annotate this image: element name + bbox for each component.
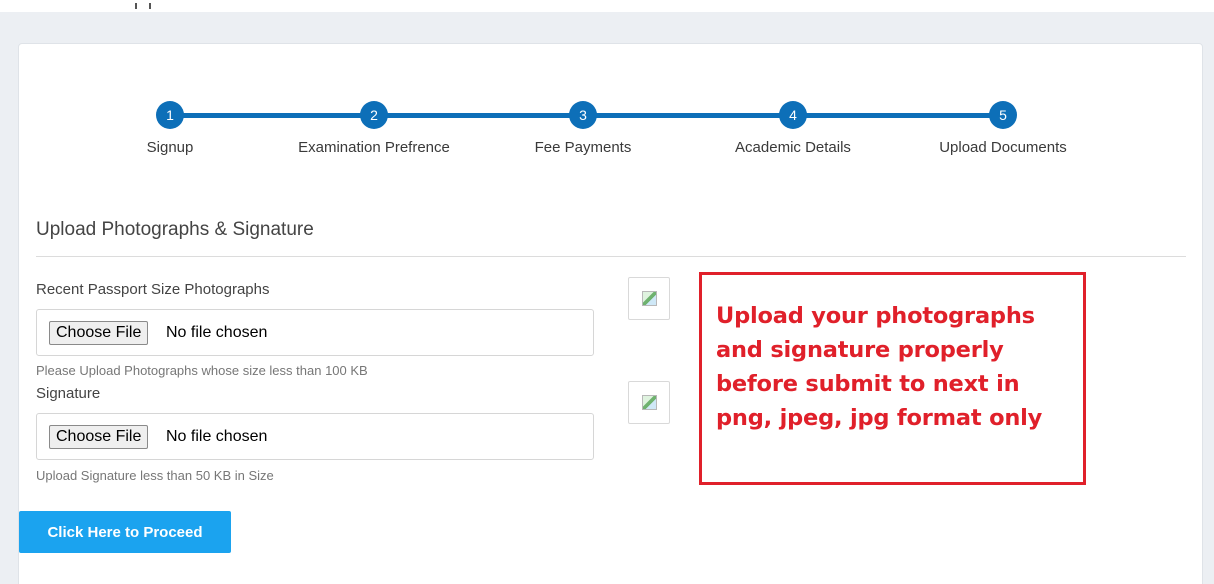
step-number: 2	[360, 101, 388, 129]
broken-image-icon	[642, 291, 657, 306]
step-examination-preference[interactable]: 2 Examination Prefrence	[274, 101, 474, 156]
step-number: 4	[779, 101, 807, 129]
notice-line: and signature properly	[716, 337, 1004, 363]
step-label: Examination Prefrence	[298, 139, 450, 156]
step-number: 1	[156, 101, 184, 129]
notice-line: Upload your photographs	[716, 303, 1035, 329]
signature-choose-file-button[interactable]: Choose File	[49, 425, 149, 449]
step-label: Upload Documents	[939, 139, 1067, 156]
step-upload-documents[interactable]: 5 Upload Documents	[903, 101, 1103, 156]
step-number: 3	[569, 101, 597, 129]
upload-card: 1 Signup 2 Examination Prefrence 3 Fee P…	[18, 43, 1203, 584]
photo-field-label: Recent Passport Size Photographs	[36, 281, 270, 298]
notice-line: before submit to next in	[716, 371, 1020, 397]
section-divider	[36, 256, 1186, 257]
photo-choose-file-button[interactable]: Choose File	[49, 321, 149, 345]
step-label: Signup	[146, 139, 194, 156]
signature-field-label: Signature	[36, 385, 101, 402]
step-label: Academic Details	[735, 139, 851, 156]
section-title: Upload Photographs & Signature	[36, 219, 314, 240]
photo-file-input[interactable]: Choose File No file chosen	[36, 309, 594, 356]
photo-file-status: No file chosen	[166, 324, 268, 341]
upload-notice-box: Upload your photographs and signature pr…	[699, 272, 1086, 485]
top-strip	[0, 0, 1214, 12]
photo-help-text: Please Upload Photographs whose size les…	[36, 363, 368, 378]
step-fee-payments[interactable]: 3 Fee Payments	[483, 101, 683, 156]
signature-file-status: No file chosen	[166, 428, 268, 445]
signature-help-text: Upload Signature less than 50 KB in Size	[36, 468, 274, 483]
signature-file-input[interactable]: Choose File No file chosen	[36, 413, 594, 460]
photo-preview	[628, 277, 670, 320]
step-academic-details[interactable]: 4 Academic Details	[693, 101, 893, 156]
notice-line: png, jpeg, jpg format only	[716, 405, 1043, 431]
signature-preview	[628, 381, 670, 424]
proceed-button[interactable]: Click Here to Proceed	[19, 511, 231, 553]
cropped-text-fragment	[135, 0, 165, 9]
step-number: 5	[989, 101, 1017, 129]
step-label: Fee Payments	[534, 139, 632, 156]
step-signup[interactable]: 1 Signup	[70, 101, 270, 156]
broken-image-icon	[642, 395, 657, 410]
progress-stepper: 1 Signup 2 Examination Prefrence 3 Fee P…	[19, 44, 1202, 194]
